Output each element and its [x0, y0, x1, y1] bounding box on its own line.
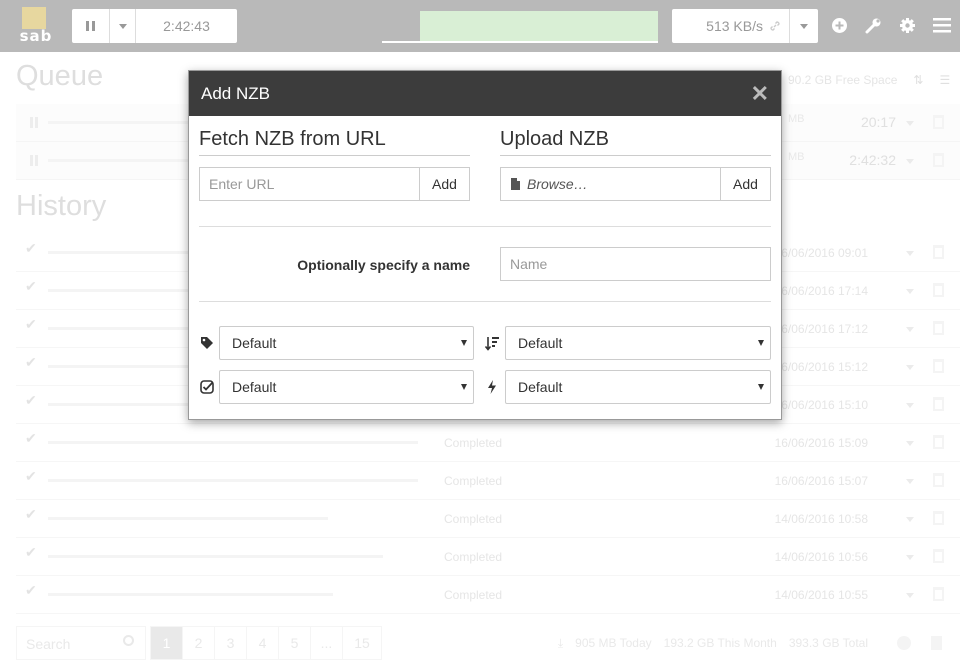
chevron-down-icon	[461, 340, 467, 346]
pause-control-group: 2:42:43	[72, 9, 237, 43]
chevron-down-icon	[461, 384, 467, 390]
upload-input-group: Browse… Add	[500, 167, 771, 201]
priority-value: Default	[518, 335, 563, 351]
modal-header: Add NZB ✕	[189, 71, 781, 116]
add-url-button[interactable]: Add	[419, 167, 470, 201]
add-nzb-modal: Add NZB ✕ Fetch NZB from URL Add Upload …	[188, 70, 782, 420]
chevron-down-icon	[118, 23, 127, 29]
chevron-down-icon	[758, 340, 764, 346]
top-bar: sab 2:42:43 513 KB/s	[0, 0, 960, 52]
pause-button[interactable]	[72, 9, 110, 43]
speed-dropdown[interactable]	[790, 9, 818, 43]
speed-graph	[382, 9, 658, 43]
config-button[interactable]	[862, 14, 884, 36]
pause-icon	[86, 21, 89, 31]
url-input-group: Add	[199, 167, 470, 201]
browse-label: Browse…	[527, 176, 588, 192]
speed-graph-baseline	[382, 41, 658, 43]
browse-file-button[interactable]: Browse…	[500, 167, 720, 201]
menu-button[interactable]	[931, 14, 953, 36]
upload-nzb-heading: Upload NZB	[500, 128, 771, 156]
chevron-down-icon	[800, 23, 808, 29]
plus-circle-icon	[831, 17, 847, 33]
postprocess-select[interactable]: Default	[219, 370, 474, 404]
script-select[interactable]: Default	[505, 370, 771, 404]
file-icon	[511, 178, 520, 190]
logo-text: sab	[19, 27, 53, 45]
script-value: Default	[518, 379, 563, 395]
sort-priority-icon	[484, 335, 500, 351]
gear-icon	[899, 17, 915, 33]
category-value: Default	[232, 335, 277, 351]
modal-body: Fetch NZB from URL Add Upload NZB Browse…	[189, 116, 781, 420]
speed-graph-fill	[420, 11, 658, 43]
pause-icon-bar	[92, 21, 95, 31]
pause-duration-dropdown[interactable]	[110, 9, 136, 43]
add-nzb-button[interactable]	[828, 14, 850, 36]
tag-icon	[199, 335, 215, 351]
priority-select[interactable]: Default	[505, 326, 771, 360]
fetch-url-heading: Fetch NZB from URL	[199, 128, 470, 156]
check-square-icon	[199, 379, 215, 395]
postprocess-value: Default	[232, 379, 277, 395]
url-input[interactable]	[199, 167, 419, 201]
speed-control-group: 513 KB/s	[672, 9, 818, 43]
bolt-icon	[484, 379, 500, 395]
divider	[199, 301, 771, 302]
category-select[interactable]: Default	[219, 326, 474, 360]
wrench-icon	[865, 18, 880, 33]
divider	[199, 226, 771, 227]
name-label: Optionally specify a name	[297, 257, 470, 273]
link-icon	[770, 21, 780, 31]
speed-limit-button[interactable]: 513 KB/s	[672, 9, 790, 43]
time-left: 2:42:43	[163, 18, 210, 34]
close-icon[interactable]: ✕	[751, 82, 769, 105]
logo-box	[22, 7, 46, 29]
sabnzbd-logo[interactable]: sab	[16, 7, 56, 45]
name-input[interactable]	[500, 247, 771, 281]
speed-value: 513 KB/s	[706, 18, 763, 34]
modal-title: Add NZB	[201, 83, 270, 103]
menu-icon	[933, 18, 951, 33]
chevron-down-icon	[758, 384, 764, 390]
settings-button[interactable]	[896, 14, 918, 36]
upload-add-button[interactable]: Add	[720, 167, 771, 201]
